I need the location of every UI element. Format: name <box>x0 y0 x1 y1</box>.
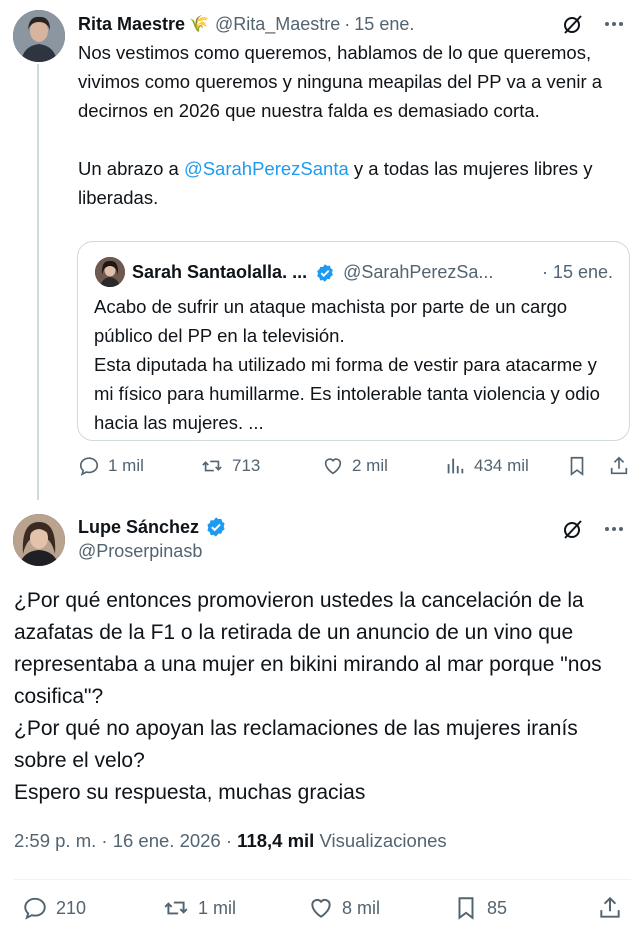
repost-icon <box>164 901 188 915</box>
avatar-lupe-sanchez[interactable] <box>13 514 65 566</box>
like-count: 2 mil <box>352 456 388 475</box>
thread-line <box>37 64 39 500</box>
quote-author-handle[interactable]: @SarahPerezSa... <box>343 262 493 283</box>
avatar-rita-maestre[interactable] <box>13 10 65 62</box>
repost-count: 1 mil <box>198 897 237 918</box>
bookmark-icon <box>570 456 584 476</box>
views-button[interactable]: 434 mil <box>444 455 529 477</box>
verified-badge-icon <box>205 516 227 538</box>
tweet1-author-handle[interactable]: @Rita_Maestre <box>215 14 340 35</box>
like-button[interactable]: 2 mil <box>322 455 388 477</box>
reply-button[interactable]: 210 <box>22 895 86 921</box>
avatar-sarah-santaolalla[interactable] <box>95 257 125 287</box>
repost-button[interactable]: 1 mil <box>162 895 236 921</box>
tweet2-views-label: Visualizaciones <box>314 830 447 851</box>
views-chart-icon <box>447 458 464 474</box>
reply-icon <box>24 897 46 920</box>
tweet1-date[interactable]: 15 ene. <box>354 14 414 35</box>
share-icon <box>600 896 620 918</box>
more-options-icon[interactable] <box>603 13 625 35</box>
views-count: 434 mil <box>474 456 529 475</box>
repost-count: 713 <box>232 456 261 475</box>
tweet2-header-icons <box>561 517 625 541</box>
like-count: 8 mil <box>342 897 381 918</box>
divider <box>14 879 631 880</box>
tweet2-author-handle[interactable]: @Proserpinasb <box>78 541 202 562</box>
bookmark-icon <box>458 897 474 920</box>
share-button[interactable] <box>608 455 630 477</box>
bookmark-button[interactable]: 85 <box>453 895 507 921</box>
bookmark-button[interactable] <box>566 455 588 477</box>
grok-icon[interactable] <box>561 517 585 541</box>
repost-button[interactable]: 713 <box>200 455 260 477</box>
separator-dot: · <box>344 13 351 34</box>
tweet2-text: ¿Por qué entonces promovieron ustedes la… <box>14 589 602 804</box>
reply-button[interactable]: 1 mil <box>78 455 144 477</box>
tweet1-actions: 1 mil 713 2 mil 434 mil <box>78 455 631 485</box>
tweet1-header: Rita Maestre 🌾 @Rita_Maestre · 15 ene. <box>78 12 631 36</box>
reply-count: 1 mil <box>108 456 144 475</box>
mention-link[interactable]: @SarahPerezSanta <box>184 158 349 179</box>
tweet2-author-name[interactable]: Lupe Sánchez <box>78 517 199 538</box>
heart-icon <box>311 898 331 918</box>
quote-header: Sarah Santaolalla. ... @SarahPerezSa... <box>132 262 493 283</box>
grok-icon[interactable] <box>561 12 585 36</box>
reply-icon <box>79 457 99 476</box>
heart-icon <box>324 458 342 475</box>
tweet2-views-count: 118,4 mil <box>237 830 315 851</box>
more-options-icon[interactable] <box>603 518 625 540</box>
tweet2-timestamp[interactable]: 2:59 p. m. · 16 ene. 2026 · <box>14 830 237 851</box>
share-button[interactable] <box>597 895 623 921</box>
bookmark-count: 85 <box>487 897 508 918</box>
quote-text: Acabo de sufrir un ataque machista por p… <box>94 296 600 433</box>
tweet2-actions: 210 1 mil 8 mil 85 <box>0 895 641 929</box>
quote-date[interactable]: · 15 ene. <box>542 262 613 283</box>
wheat-emoji-badge: 🌾 <box>189 16 209 33</box>
tweet1-header-icons <box>561 12 625 36</box>
tweet1-text: Nos vestimos como queremos, hablamos de … <box>78 38 631 212</box>
tweet1-author-name[interactable]: Rita Maestre <box>78 14 185 35</box>
like-button[interactable]: 8 mil <box>308 895 380 921</box>
repost-icon <box>202 460 222 472</box>
share-icon <box>610 456 628 475</box>
quote-author-name[interactable]: Sarah Santaolalla. ... <box>132 262 307 283</box>
quoted-tweet-card[interactable]: Sarah Santaolalla. ... @SarahPerezSa... … <box>77 241 630 441</box>
tweet2-meta: 2:59 p. m. · 16 ene. 2026 · 118,4 mil Vi… <box>14 830 447 852</box>
reply-count: 210 <box>56 897 87 918</box>
tweet2-author-name-row: Lupe Sánchez <box>78 516 227 538</box>
verified-badge-icon <box>315 263 335 283</box>
